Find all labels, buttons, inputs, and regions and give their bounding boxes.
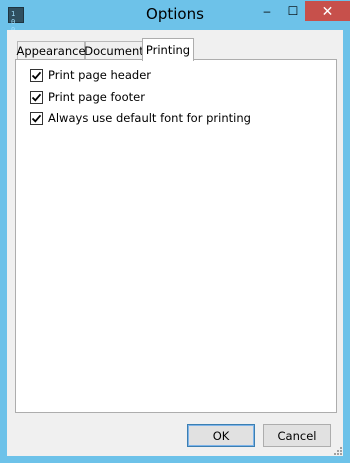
checkmark-icon bbox=[31, 93, 42, 102]
resize-grip-icon[interactable] bbox=[333, 446, 343, 456]
options-dialog: 1 0 0 1 Options – ☐ ✕ Appearance Documen… bbox=[0, 0, 350, 463]
default-font-option[interactable]: Always use default font for printing bbox=[30, 110, 251, 126]
print-header-option[interactable]: Print page header bbox=[30, 67, 151, 83]
close-icon[interactable]: ✕ bbox=[305, 1, 350, 21]
print-header-label: Print page header bbox=[48, 68, 152, 82]
cancel-button[interactable]: Cancel bbox=[263, 424, 331, 447]
tab-document[interactable]: Document bbox=[84, 41, 144, 60]
tab-appearance[interactable]: Appearance bbox=[16, 41, 86, 60]
printing-tab-panel: Print page header Print page footer Alwa… bbox=[15, 59, 337, 413]
default-font-label: Always use default font for printing bbox=[48, 111, 251, 125]
ok-button[interactable]: OK bbox=[187, 424, 255, 447]
print-footer-label: Print page footer bbox=[48, 90, 145, 104]
print-footer-checkbox[interactable] bbox=[30, 90, 43, 104]
print-header-checkbox[interactable] bbox=[30, 68, 43, 82]
dialog-body: Appearance Document Printing Print page … bbox=[7, 30, 343, 456]
checkmark-icon bbox=[31, 71, 42, 80]
print-footer-option[interactable]: Print page footer bbox=[30, 89, 145, 105]
minimize-icon[interactable]: – bbox=[254, 1, 280, 21]
title-bar[interactable]: 1 0 0 1 Options – ☐ ✕ bbox=[0, 0, 350, 42]
tab-printing[interactable]: Printing bbox=[142, 38, 194, 61]
checkmark-icon bbox=[31, 114, 42, 123]
default-font-checkbox[interactable] bbox=[30, 111, 43, 125]
maximize-icon[interactable]: ☐ bbox=[280, 1, 306, 21]
